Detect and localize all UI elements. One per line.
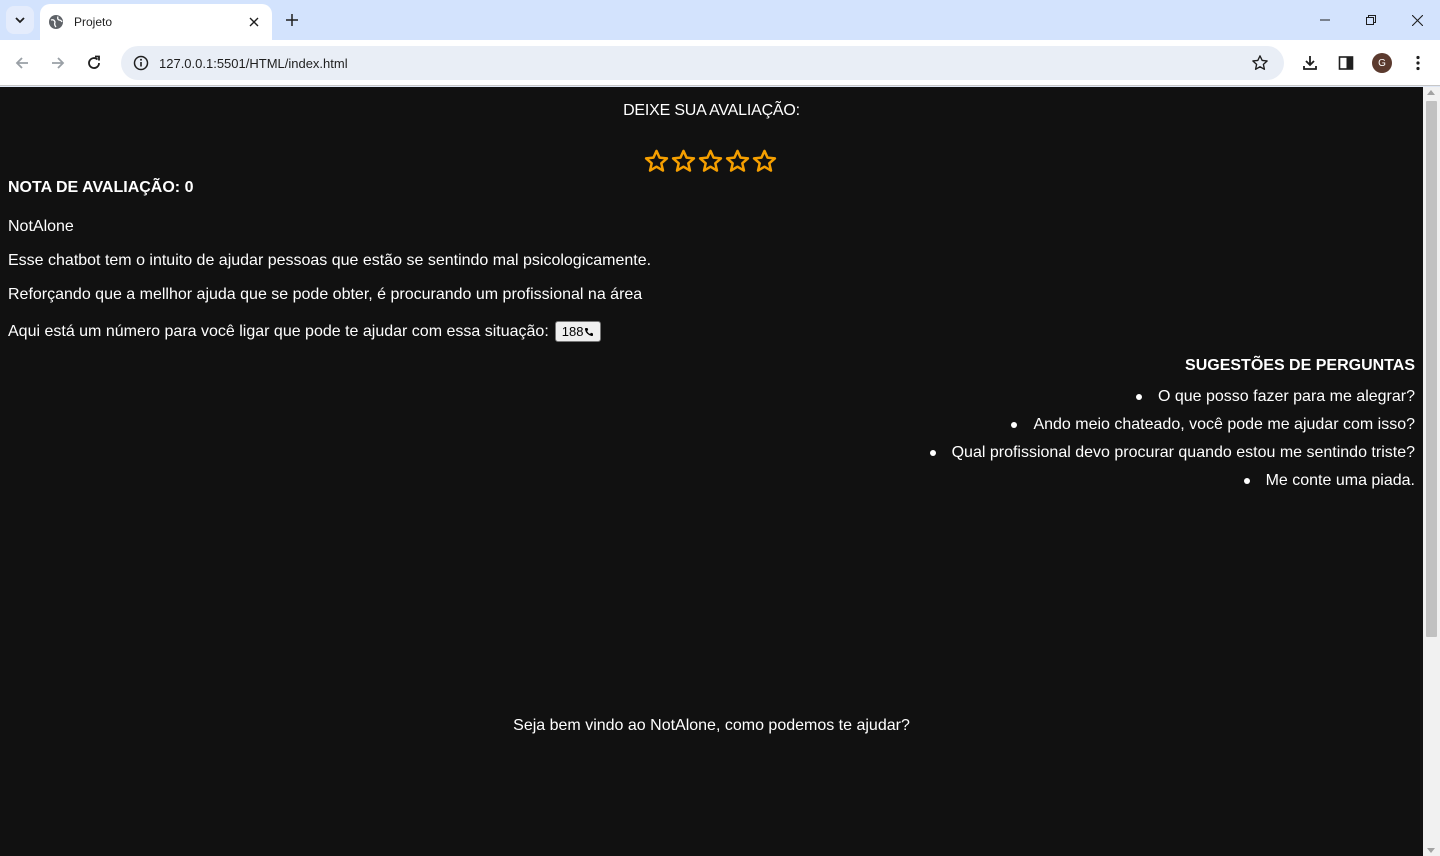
restore-icon [1366,15,1376,25]
forward-button[interactable] [44,49,72,77]
star-rating-button-2[interactable] [670,147,696,175]
rating-title: DEIXE SUA AVALIAÇÃO: [623,102,800,119]
page-viewport: DEIXE SUA AVALIAÇÃO: NOTA DE AVALIAÇÃO: … [0,87,1440,856]
tab-strip: Projeto [0,0,1440,40]
star-icon [671,149,695,172]
call-button[interactable]: 188 [554,321,602,342]
app-name: NotAlone [8,218,74,235]
star-icon [725,149,749,172]
scrollbar[interactable] [1423,87,1440,856]
arrow-right-icon [52,57,65,69]
phone-text: Aqui está um número para você ligar que … [8,322,549,340]
phone-icon [585,327,594,336]
scrollbar-thumb[interactable] [1426,101,1437,637]
window-close-button[interactable] [1394,0,1440,40]
call-button-label: 188 [561,324,584,339]
phone-row: Aqui está um número para você ligar que … [8,321,602,342]
list-item: O que posso fazer para me alegrar? [930,383,1415,411]
url-text[interactable]: 127.0.0.1:5501/HTML/index.html [159,56,1246,71]
side-panel-button[interactable] [1332,49,1360,77]
reinforcement-text: Reforçando que a mellhor ajuda que se po… [8,286,643,303]
close-icon[interactable] [244,12,264,32]
new-tab-button[interactable] [280,8,304,32]
chevron-down-icon [15,17,25,24]
menu-button[interactable] [1404,49,1432,77]
address-bar[interactable]: 127.0.0.1:5501/HTML/index.html [121,46,1284,80]
reload-icon [88,55,100,69]
star-rating-button-3[interactable] [697,147,723,175]
list-item: Ando meio chateado, você pode me ajudar … [930,411,1415,439]
suggestion-text: Ando meio chateado, você pode me ajudar … [1033,416,1415,433]
suggestions-list: O que posso fazer para me alegrar? Ando … [929,383,1415,495]
side-panel-icon [1338,56,1354,70]
downloads-button[interactable] [1296,49,1324,77]
minimize-button[interactable] [1302,0,1348,40]
bullet [1011,422,1018,428]
bullet [929,450,936,456]
suggestion-text: Qual profissional devo procurar quando e… [951,444,1415,461]
browser-toolbar: 127.0.0.1:5501/HTML/index.html G [0,40,1440,86]
suggestion-text: O que posso fazer para me alegrar? [1157,388,1415,405]
bullet [1243,478,1250,484]
star-icon [752,149,776,172]
reload-button[interactable] [80,49,108,77]
download-icon [1303,56,1317,70]
back-button[interactable] [8,49,36,77]
tab-search-button[interactable] [6,6,34,34]
minimize-icon [1320,19,1330,21]
welcome-message: Seja bem vindo ao NotAlone, como podemos… [513,717,910,734]
star-rating-button-5[interactable] [751,147,777,175]
star-icon [698,149,722,172]
star-rating [643,147,777,175]
bullet [1135,394,1142,400]
star-icon [644,149,668,172]
plus-icon [286,14,298,26]
star-rating-button-4[interactable] [724,147,750,175]
arrow-left-icon [15,57,28,69]
suggestions-title: SUGESTÕES DE PERGUNTAS [1185,357,1415,374]
kebab-menu-icon [1416,55,1420,71]
suggestion-text: Me conte uma piada. [1265,472,1415,489]
info-icon[interactable] [131,53,151,73]
restore-button[interactable] [1348,0,1394,40]
tab-projeto[interactable]: Projeto [40,4,272,40]
description-text: Esse chatbot tem o intuito de ajudar pes… [8,252,652,269]
tab-title: Projeto [74,15,113,29]
list-item: Qual profissional devo procurar quando e… [929,439,1415,467]
avatar[interactable]: G [1372,53,1392,73]
globe-icon [48,14,64,30]
list-item: Me conte uma piada. [930,467,1415,495]
star-rating-button-1[interactable] [643,147,669,175]
rating-score: NOTA DE AVALIAÇÃO: 0 [8,179,194,196]
scroll-down-arrow-icon[interactable] [1427,848,1435,853]
close-icon [1411,14,1423,26]
bookmark-star-icon[interactable] [1246,49,1274,77]
page-content: DEIXE SUA AVALIAÇÃO: NOTA DE AVALIAÇÃO: … [0,87,1423,856]
scroll-up-arrow-icon[interactable] [1427,90,1435,95]
